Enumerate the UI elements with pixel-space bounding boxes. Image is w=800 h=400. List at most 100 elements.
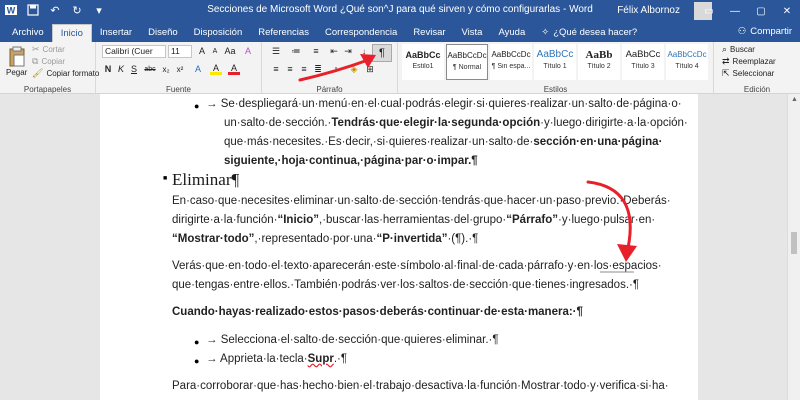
undo-icon[interactable]: ↶ (48, 3, 62, 17)
doc-text-bold: Supr (307, 353, 334, 365)
close-icon[interactable]: ✕ (774, 0, 800, 22)
sort-icon[interactable]: ↓ (358, 45, 370, 57)
style-preview: AaBbCc (625, 49, 661, 60)
select-button[interactable]: ⇱ Seleccionar (722, 68, 774, 79)
justify-icon[interactable]: ≣ (312, 63, 324, 75)
styles-group-label: Estilos (543, 85, 568, 94)
tab-inicio[interactable]: Inicio (51, 24, 92, 42)
bullets-icon[interactable]: ☰ (268, 45, 284, 57)
decrease-indent-icon[interactable]: ⇤ (328, 45, 340, 57)
svg-text:W: W (7, 6, 16, 16)
search-icon: ⌕ (722, 44, 728, 54)
doc-text-bold: sección·en·una·página· (533, 136, 663, 148)
tab-revisar[interactable]: Revisar (405, 24, 453, 42)
grow-font-icon[interactable]: A (196, 45, 208, 57)
tab-referencias[interactable]: Referencias (250, 24, 317, 42)
doc-line: que·tengas·entre·ellos.·También·podrás·v… (172, 279, 640, 291)
tab-diseno[interactable]: Diseño (140, 24, 186, 42)
style-name: Título 4 (675, 63, 699, 70)
lightbulb-icon: ✧ (541, 27, 550, 38)
person-icon: ⚇ (737, 26, 747, 37)
cut-button[interactable]: ✂ Cortar (32, 44, 65, 55)
bullet-dot: ● (194, 356, 200, 366)
text-effects-button[interactable]: A (192, 63, 204, 75)
tab-archivo[interactable]: Archivo (4, 24, 52, 42)
underline-button[interactable]: S (128, 63, 140, 75)
style-titulo-4[interactable]: AaBbCcDc Título 4 (666, 44, 708, 80)
maximize-icon[interactable]: ▢ (748, 0, 774, 22)
doc-line: → Se·despliegará·un·menú·en·el·cual·podr… (206, 98, 682, 110)
vertical-scrollbar[interactable]: ▲ (787, 94, 800, 400)
doc-line: un·salto·de·sección.·Tendrás·que·elegir·… (224, 117, 688, 129)
italic-button[interactable]: K (115, 63, 127, 75)
styles-group: AaBbCc Estilo1 AaBbCcDc ¶ Normal AaBbCcD… (398, 42, 714, 94)
replace-button[interactable]: ⇄ Reemplazar (722, 56, 776, 67)
style-titulo-3[interactable]: AaBbCc Título 3 (622, 44, 664, 80)
copy-button[interactable]: ⧉ Copiar (32, 56, 65, 67)
format-painter-button[interactable]: 🖌 Copiar formato (32, 68, 99, 79)
highlight-button[interactable]: A (210, 63, 222, 75)
redo-icon[interactable]: ↻ (70, 3, 84, 17)
clear-format-icon[interactable]: A (242, 45, 254, 57)
style-normal[interactable]: AaBbCcDc ¶ Normal (446, 44, 488, 80)
strikethrough-button[interactable]: abc (142, 63, 158, 75)
line-spacing-icon[interactable]: ↕ (328, 63, 344, 75)
style-name: ¶ Normal (452, 64, 482, 71)
paste-button[interactable]: Pegar (6, 46, 27, 77)
style-name: Título 1 (543, 63, 567, 70)
numbering-icon[interactable]: ≔ (288, 45, 304, 57)
style-estilo1[interactable]: AaBbCc Estilo1 (402, 44, 444, 80)
font-color-button[interactable]: A (228, 63, 240, 75)
align-left-icon[interactable]: ≡ (270, 63, 282, 75)
ribbon-display-icon[interactable]: ▭ (696, 0, 722, 22)
cut-label: Cortar (42, 45, 65, 54)
style-preview: AaBbCc (405, 50, 441, 60)
doc-text-bold: “Inicio” (277, 214, 319, 226)
superscript-button[interactable]: x² (174, 63, 186, 75)
tab-ayuda[interactable]: Ayuda (490, 24, 533, 42)
multilevel-list-icon[interactable]: ≡ (308, 45, 324, 57)
borders-icon[interactable]: ⊞ (364, 63, 376, 75)
shrink-font-icon[interactable]: A (209, 45, 221, 57)
share-button[interactable]: ⚇ Compartir (738, 26, 792, 37)
style-titulo-1[interactable]: AaBbCc Título 1 (534, 44, 576, 80)
align-right-icon[interactable]: ≡ (298, 63, 310, 75)
font-size-select[interactable]: 11 (168, 45, 192, 58)
minimize-icon[interactable]: — (722, 0, 748, 22)
style-titulo-2[interactable]: AaBb Título 2 (578, 44, 620, 80)
style-name: Título 3 (631, 63, 655, 70)
tab-insertar[interactable]: Insertar (92, 24, 140, 42)
show-all-button[interactable]: ¶ (372, 44, 392, 62)
user-name[interactable]: Félix Albornoz (617, 5, 680, 16)
change-case-icon[interactable]: Aa (224, 45, 236, 57)
font-group-label: Fuente (166, 85, 191, 94)
tell-me-box[interactable]: ✧ ¿Qué desea hacer? (533, 24, 645, 42)
align-center-icon[interactable]: ≡ (284, 63, 296, 75)
scroll-up-icon[interactable]: ▲ (791, 96, 798, 103)
clipboard-group-label: Portapapeles (23, 85, 72, 94)
tab-vista[interactable]: Vista (454, 24, 491, 42)
style-sin-espaciado[interactable]: AaBbCcDc ¶ Sin espa... (490, 44, 532, 80)
scroll-thumb[interactable] (791, 232, 797, 254)
doc-text: ·y·luego·pulsar·en· (558, 214, 656, 226)
replace-label: Reemplazar (732, 57, 776, 66)
window-controls: ▭ — ▢ ✕ (696, 0, 800, 22)
bold-button[interactable]: N (102, 63, 114, 75)
ribbon-tabs: Archivo Inicio Insertar Diseño Disposici… (0, 22, 800, 42)
doc-line: que·más·necesites.·Es·decir,·si·quieres·… (224, 136, 662, 148)
document-page[interactable]: ● → Se·despliegará·un·menú·en·el·cual·po… (100, 94, 698, 400)
tab-correspondencia[interactable]: Correspondencia (317, 24, 405, 42)
more-icon[interactable]: ▾ (92, 3, 106, 17)
increase-indent-icon[interactable]: ⇥ (342, 45, 354, 57)
tab-disposicion[interactable]: Disposición (186, 24, 251, 42)
paste-icon (9, 46, 25, 67)
font-family-select[interactable]: Calibri (Cuer (102, 45, 166, 58)
heading-marker: ■ (163, 175, 168, 182)
cursor-icon: ⇱ (722, 68, 730, 78)
find-button[interactable]: ⌕ Buscar (722, 44, 755, 55)
shading-icon[interactable]: ◈ (348, 63, 360, 75)
share-label: Compartir (750, 26, 792, 37)
clipboard-group: Pegar ✂ Cortar ⧉ Copiar 🖌 Copiar formato… (0, 42, 99, 94)
save-icon[interactable] (26, 3, 40, 17)
subscript-button[interactable]: x₂ (160, 63, 172, 75)
